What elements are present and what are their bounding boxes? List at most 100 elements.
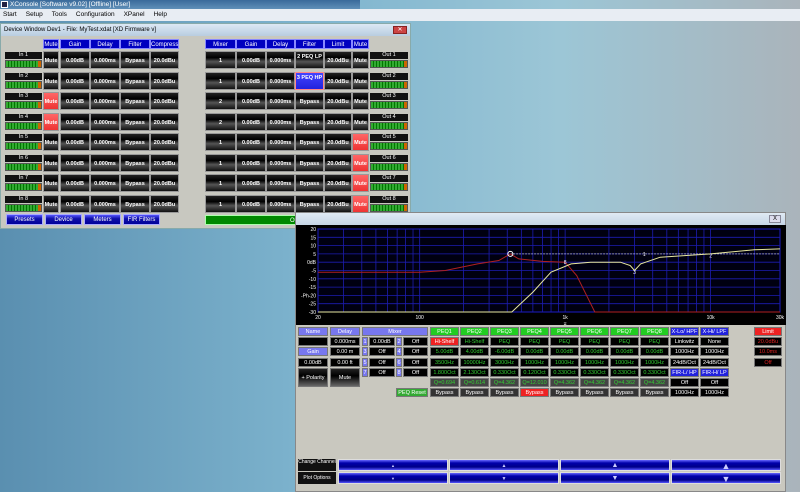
peq-frequency-field[interactable]: 1000Hz: [580, 357, 609, 367]
crossover-header[interactable]: X-Lo/ HPF: [670, 327, 699, 336]
output-limit-button[interactable]: 20.0dBu: [324, 133, 352, 151]
input-gain-button[interactable]: 0.00dB: [60, 92, 90, 110]
input-mute-button[interactable]: Mute: [43, 174, 59, 192]
delay-ms-field[interactable]: 0.000ms: [330, 337, 360, 347]
peq-bandwidth-field[interactable]: 0.120Oct: [520, 367, 549, 377]
output-filter-button[interactable]: Bypass: [295, 112, 324, 131]
input-channel-label[interactable]: In 5: [5, 134, 42, 141]
output-gain-button[interactable]: 0.00dB: [236, 194, 266, 213]
peq-bypass-button[interactable]: Bypass: [460, 388, 489, 398]
crossover-slope-select[interactable]: 24dB/Oct: [700, 357, 729, 367]
peq-bandwidth-field[interactable]: 2.130Oct: [460, 367, 489, 377]
presets-button[interactable]: Presets: [6, 214, 43, 225]
peq-bypass-button[interactable]: Bypass: [610, 388, 639, 398]
mixer-level-field[interactable]: Off: [403, 337, 428, 347]
output-channel-label[interactable]: Out 4: [370, 113, 408, 121]
step-up-button-4[interactable]: ▲: [671, 459, 781, 471]
peq-bypass-button[interactable]: Bypass: [640, 388, 669, 398]
peq-gain-field[interactable]: 0.00dB: [520, 347, 549, 357]
menu-setup[interactable]: Setup: [26, 9, 43, 21]
peq-header[interactable]: PEQ1: [430, 327, 459, 336]
output-mixer-button[interactable]: 1: [205, 174, 236, 192]
delay-ft-field[interactable]: 0.00 ft: [330, 357, 360, 367]
input-channel-label[interactable]: In 3: [5, 93, 42, 100]
meters-button[interactable]: Meters: [84, 214, 121, 225]
input-filter-button[interactable]: Bypass: [120, 174, 150, 192]
polarity-button[interactable]: + Polarity: [298, 367, 328, 387]
output-mute-button[interactable]: Mute: [352, 174, 369, 192]
peq-type-select[interactable]: PEQ: [640, 337, 669, 347]
output-filter-button[interactable]: Bypass: [295, 194, 324, 213]
mixer-level-field[interactable]: 0.00dB: [369, 337, 395, 347]
peq-frequency-field[interactable]: 10000Hz: [460, 357, 489, 367]
input-gain-button[interactable]: 0.00dB: [60, 112, 90, 131]
crossover-frequency-field[interactable]: 1000Hz: [700, 347, 729, 357]
input-delay-button[interactable]: 0.000ms: [90, 153, 120, 172]
output-mute-button[interactable]: Mute: [352, 112, 369, 131]
input-compress-button[interactable]: 20.0dBu: [150, 194, 179, 213]
output-gain-button[interactable]: 0.00dB: [236, 51, 266, 69]
input-gain-button[interactable]: 0.00dB: [60, 174, 90, 192]
step-down-button-1[interactable]: ▼: [338, 472, 448, 484]
output-mixer-button[interactable]: 1: [205, 71, 236, 90]
output-filter-button[interactable]: Bypass: [295, 174, 324, 192]
menu-tools[interactable]: Tools: [52, 9, 67, 21]
input-delay-button[interactable]: 0.000ms: [90, 194, 120, 213]
peq-type-select[interactable]: Hi-Shelf: [460, 337, 489, 347]
fir-filters-button[interactable]: FIR Filters: [123, 214, 160, 225]
input-channel-label[interactable]: In 1: [5, 52, 42, 59]
crossover-type-select[interactable]: Linkwitz: [670, 337, 699, 347]
close-icon[interactable]: X: [769, 215, 781, 223]
output-limit-button[interactable]: 20.0dBu: [324, 71, 352, 90]
menu-configuration[interactable]: Configuration: [76, 9, 115, 21]
input-channel-label[interactable]: In 8: [5, 195, 42, 203]
output-mixer-button[interactable]: 1: [205, 194, 236, 213]
peq-frequency-field[interactable]: 3000Hz: [490, 357, 519, 367]
input-filter-button[interactable]: Bypass: [120, 92, 150, 110]
output-limit-button[interactable]: 20.0dBu: [324, 194, 352, 213]
step-up-button-1[interactable]: ▲: [338, 459, 448, 471]
peq-bypass-button[interactable]: Bypass: [430, 388, 459, 398]
output-gain-button[interactable]: 0.00dB: [236, 153, 266, 172]
mute-button[interactable]: Mute: [330, 367, 360, 387]
peq-frequency-field[interactable]: 1000Hz: [520, 357, 549, 367]
peq-bypass-button[interactable]: Bypass: [550, 388, 579, 398]
input-compress-button[interactable]: 20.0dBu: [150, 71, 179, 90]
input-mute-button[interactable]: Mute: [43, 71, 59, 90]
peq-bandwidth-field[interactable]: 0.330Oct: [580, 367, 609, 377]
output-filter-button[interactable]: Bypass: [295, 153, 324, 172]
peq-bypass-button[interactable]: Bypass: [490, 388, 519, 398]
peq-reset-button[interactable]: PEQ Reset: [396, 388, 428, 398]
peq-gain-field[interactable]: 0.00dB: [550, 347, 579, 357]
menu-help[interactable]: Help: [154, 9, 167, 21]
step-up-button-2[interactable]: ▲: [449, 459, 559, 471]
step-down-button-3[interactable]: ▼: [560, 472, 670, 484]
output-limit-button[interactable]: 20.0dBu: [324, 153, 352, 172]
output-mixer-button[interactable]: 2: [205, 112, 236, 131]
input-channel-label[interactable]: In 4: [5, 113, 42, 121]
output-delay-button[interactable]: 0.000ms: [266, 194, 295, 213]
input-compress-button[interactable]: 20.0dBu: [150, 92, 179, 110]
frequency-response-plot[interactable]: 20 15 10 5 0dB -5 -10 -15 -Ph-20 -25 -30 20 100 1k 10k…: [296, 225, 786, 327]
mixer-level-field[interactable]: Off: [403, 357, 428, 367]
peq-type-select[interactable]: PEQ: [580, 337, 609, 347]
menu-start[interactable]: Start: [3, 9, 17, 21]
input-mute-button[interactable]: Mute: [43, 92, 59, 110]
output-gain-button[interactable]: 0.00dB: [236, 92, 266, 110]
peq-bypass-button[interactable]: Bypass: [520, 388, 549, 398]
output-channel-label[interactable]: Out 6: [370, 154, 408, 162]
output-channel-label[interactable]: Out 1: [370, 52, 408, 59]
input-channel-label[interactable]: In 6: [5, 154, 42, 162]
input-filter-button[interactable]: Bypass: [120, 194, 150, 213]
output-gain-button[interactable]: 0.00dB: [236, 71, 266, 90]
output-limit-button[interactable]: 20.0dBu: [324, 92, 352, 110]
mixer-level-field[interactable]: Off: [403, 367, 428, 377]
input-compress-button[interactable]: 20.0dBu: [150, 112, 179, 131]
input-mute-button[interactable]: Mute: [43, 133, 59, 151]
delay-m-field[interactable]: 0.00 m: [330, 347, 360, 357]
output-mixer-button[interactable]: 1: [205, 133, 236, 151]
menu-xpanel[interactable]: XPanel: [124, 9, 145, 21]
peq-header[interactable]: PEQ4: [520, 327, 549, 336]
input-compress-button[interactable]: 20.0dBu: [150, 133, 179, 151]
crossover-slope-select[interactable]: 24dB/Oct: [670, 357, 699, 367]
